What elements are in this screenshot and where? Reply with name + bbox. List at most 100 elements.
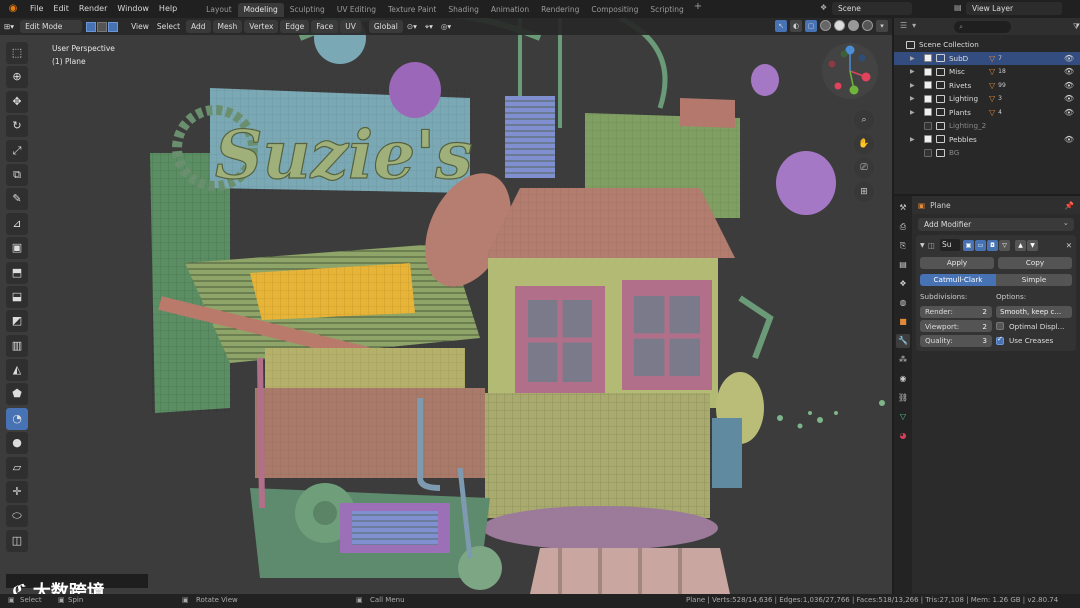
inset-icon[interactable]: ⬓ [6, 285, 28, 308]
tab-scripting[interactable]: Scripting [644, 3, 689, 17]
solid-shading-icon[interactable] [834, 20, 845, 31]
outliner-item[interactable]: BG [894, 146, 1080, 160]
camera-icon[interactable]: ⎚ [854, 158, 874, 178]
filter-icon[interactable]: ⧩ [1073, 22, 1080, 32]
apply-button[interactable]: Apply [920, 257, 994, 269]
proportional-edit-icon[interactable]: ◎▾ [437, 20, 455, 33]
add-workspace-button[interactable]: + [690, 1, 706, 17]
knife-icon[interactable]: ◭ [6, 359, 28, 382]
uv-smooth-dropdown[interactable]: Smooth, keep c... [996, 305, 1072, 318]
exclude-checkbox[interactable] [924, 81, 932, 90]
menu-select[interactable]: Select [153, 20, 184, 33]
outliner-editor-icon[interactable]: ☰ [900, 21, 908, 32]
exclude-checkbox[interactable] [924, 94, 932, 103]
exclude-checkbox[interactable] [924, 135, 932, 144]
copy-button[interactable]: Copy [998, 257, 1072, 269]
show-in-editmode-icon[interactable]: ▣ [963, 239, 974, 251]
scene-collection-row[interactable]: Scene Collection [894, 38, 1080, 52]
add-modifier-dropdown[interactable]: Add Modifier [918, 216, 1074, 231]
tab-layout[interactable]: Layout [200, 3, 238, 17]
annotate-icon[interactable]: ✎ [6, 188, 28, 211]
visibility-eye-icon[interactable]: 👁 [1064, 81, 1074, 90]
expand-arrow-icon[interactable]: ▶ [910, 68, 918, 75]
menu-file[interactable]: File [25, 0, 48, 18]
menu-vertex[interactable]: Vertex [244, 20, 279, 33]
pivot-icon[interactable]: ⊙▾ [403, 20, 421, 33]
tab-texture-paint[interactable]: Texture Paint [382, 3, 442, 17]
display-mode-icon[interactable]: ▾ [912, 21, 920, 32]
material-shading-icon[interactable] [848, 20, 859, 31]
zoom-icon[interactable]: ⌕ [854, 110, 874, 130]
mode-selector[interactable]: Edit Mode [20, 20, 83, 33]
tool-tab-icon[interactable]: ⚒ [896, 201, 910, 215]
expand-arrow-icon[interactable]: ▶ [910, 82, 918, 89]
view-layer-selector[interactable]: View Layer [966, 2, 1062, 15]
outliner-item[interactable]: ▶ Lighting ▽ 3 👁 [894, 92, 1080, 106]
tab-animation[interactable]: Animation [485, 3, 535, 17]
shrink-fatten-icon[interactable]: ✛ [6, 481, 28, 504]
viewport-levels-field[interactable]: Viewport: 2 [920, 320, 992, 332]
overlay-icon[interactable]: ◐ [790, 20, 802, 32]
editor-type-icon[interactable]: ⊞▾ [0, 20, 18, 33]
bevel-icon[interactable]: ◩ [6, 310, 28, 333]
quality-field[interactable]: Quality: 3 [920, 334, 992, 347]
rotate-icon[interactable]: ↻ [6, 115, 28, 138]
show-in-render-icon[interactable]: ◘ [987, 239, 998, 251]
cursor-icon[interactable]: ⊕ [6, 66, 28, 89]
simple-button[interactable]: Simple [996, 274, 1072, 286]
exclude-checkbox[interactable] [924, 54, 932, 63]
tab-uv-editing[interactable]: UV Editing [331, 3, 382, 17]
modifier-name-field[interactable]: Su [940, 239, 960, 251]
menu-face[interactable]: Face [311, 20, 339, 33]
edge-select-icon[interactable] [97, 21, 108, 32]
measure-icon[interactable]: ⊿ [6, 212, 28, 235]
tab-rendering[interactable]: Rendering [535, 3, 585, 17]
extrude-icon[interactable]: ⬒ [6, 261, 28, 284]
visibility-eye-icon[interactable]: 👁 [1064, 94, 1074, 103]
poly-build-icon[interactable]: ⬟ [6, 383, 28, 406]
exclude-checkbox[interactable] [924, 108, 932, 117]
loop-cut-icon[interactable]: ▥ [6, 334, 28, 357]
menu-render[interactable]: Render [74, 0, 112, 18]
modifier-tab-icon[interactable]: 🔧 [896, 334, 910, 348]
rendered-shading-icon[interactable] [862, 20, 873, 31]
exclude-checkbox[interactable] [924, 121, 932, 130]
collapse-arrow-icon[interactable]: ▼ [918, 242, 928, 249]
outliner-item[interactable]: ▶ Misc ▽ 18 👁 [894, 65, 1080, 79]
shading-options-icon[interactable]: ▾ [876, 20, 888, 32]
exclude-checkbox[interactable] [924, 148, 932, 157]
remove-modifier-icon[interactable]: ✕ [1066, 241, 1074, 250]
scene-icon[interactable]: ❖ [820, 3, 832, 14]
pin-icon[interactable]: 📌 [1065, 201, 1074, 210]
wireframe-shading-icon[interactable] [820, 20, 831, 31]
menu-edge[interactable]: Edge [280, 20, 310, 33]
blender-logo-icon[interactable]: ◉ [5, 3, 21, 15]
tab-modeling[interactable]: Modeling [237, 3, 284, 17]
outliner-item[interactable]: ▶ SubD ▽ 7 👁 [894, 51, 1080, 65]
scene-tab-icon[interactable]: ❖ [896, 277, 910, 291]
tab-sculpting[interactable]: Sculpting [284, 3, 331, 17]
outliner-search-input[interactable]: ⌕ [954, 20, 1011, 33]
visibility-eye-icon[interactable]: 👁 [1064, 135, 1074, 144]
outliner-item[interactable]: ▶ Rivets ▽ 99 👁 [894, 79, 1080, 93]
visibility-eye-icon[interactable]: 👁 [1064, 54, 1074, 63]
menu-mesh[interactable]: Mesh [212, 20, 243, 33]
visibility-eye-icon[interactable]: 👁 [1064, 108, 1074, 117]
menu-edit[interactable]: Edit [48, 0, 74, 18]
rip-icon[interactable]: ◫ [6, 529, 28, 552]
xray-icon[interactable]: ▢ [805, 20, 817, 32]
material-tab-icon[interactable]: ◕ [896, 429, 910, 443]
expand-arrow-icon[interactable]: ▶ [910, 55, 918, 62]
data-tab-icon[interactable]: ▽ [896, 410, 910, 424]
on-cage-icon[interactable]: ▽ [999, 239, 1010, 251]
use-creases-checkbox[interactable]: Use Creases [996, 335, 1072, 347]
snap-icon[interactable]: ⌖▾ [421, 20, 437, 33]
render-tab-icon[interactable]: ⎙ [896, 220, 910, 234]
shear-icon[interactable]: ⬭ [6, 505, 28, 528]
add-cube-icon[interactable]: ▣ [6, 237, 28, 260]
expand-arrow-icon[interactable]: ▶ [910, 95, 918, 102]
face-select-icon[interactable] [108, 21, 119, 32]
move-down-icon[interactable]: ▼ [1027, 239, 1038, 251]
outliner-item[interactable]: ▶ Pebbles 👁 [894, 133, 1080, 147]
smooth-icon[interactable]: ● [6, 432, 28, 455]
